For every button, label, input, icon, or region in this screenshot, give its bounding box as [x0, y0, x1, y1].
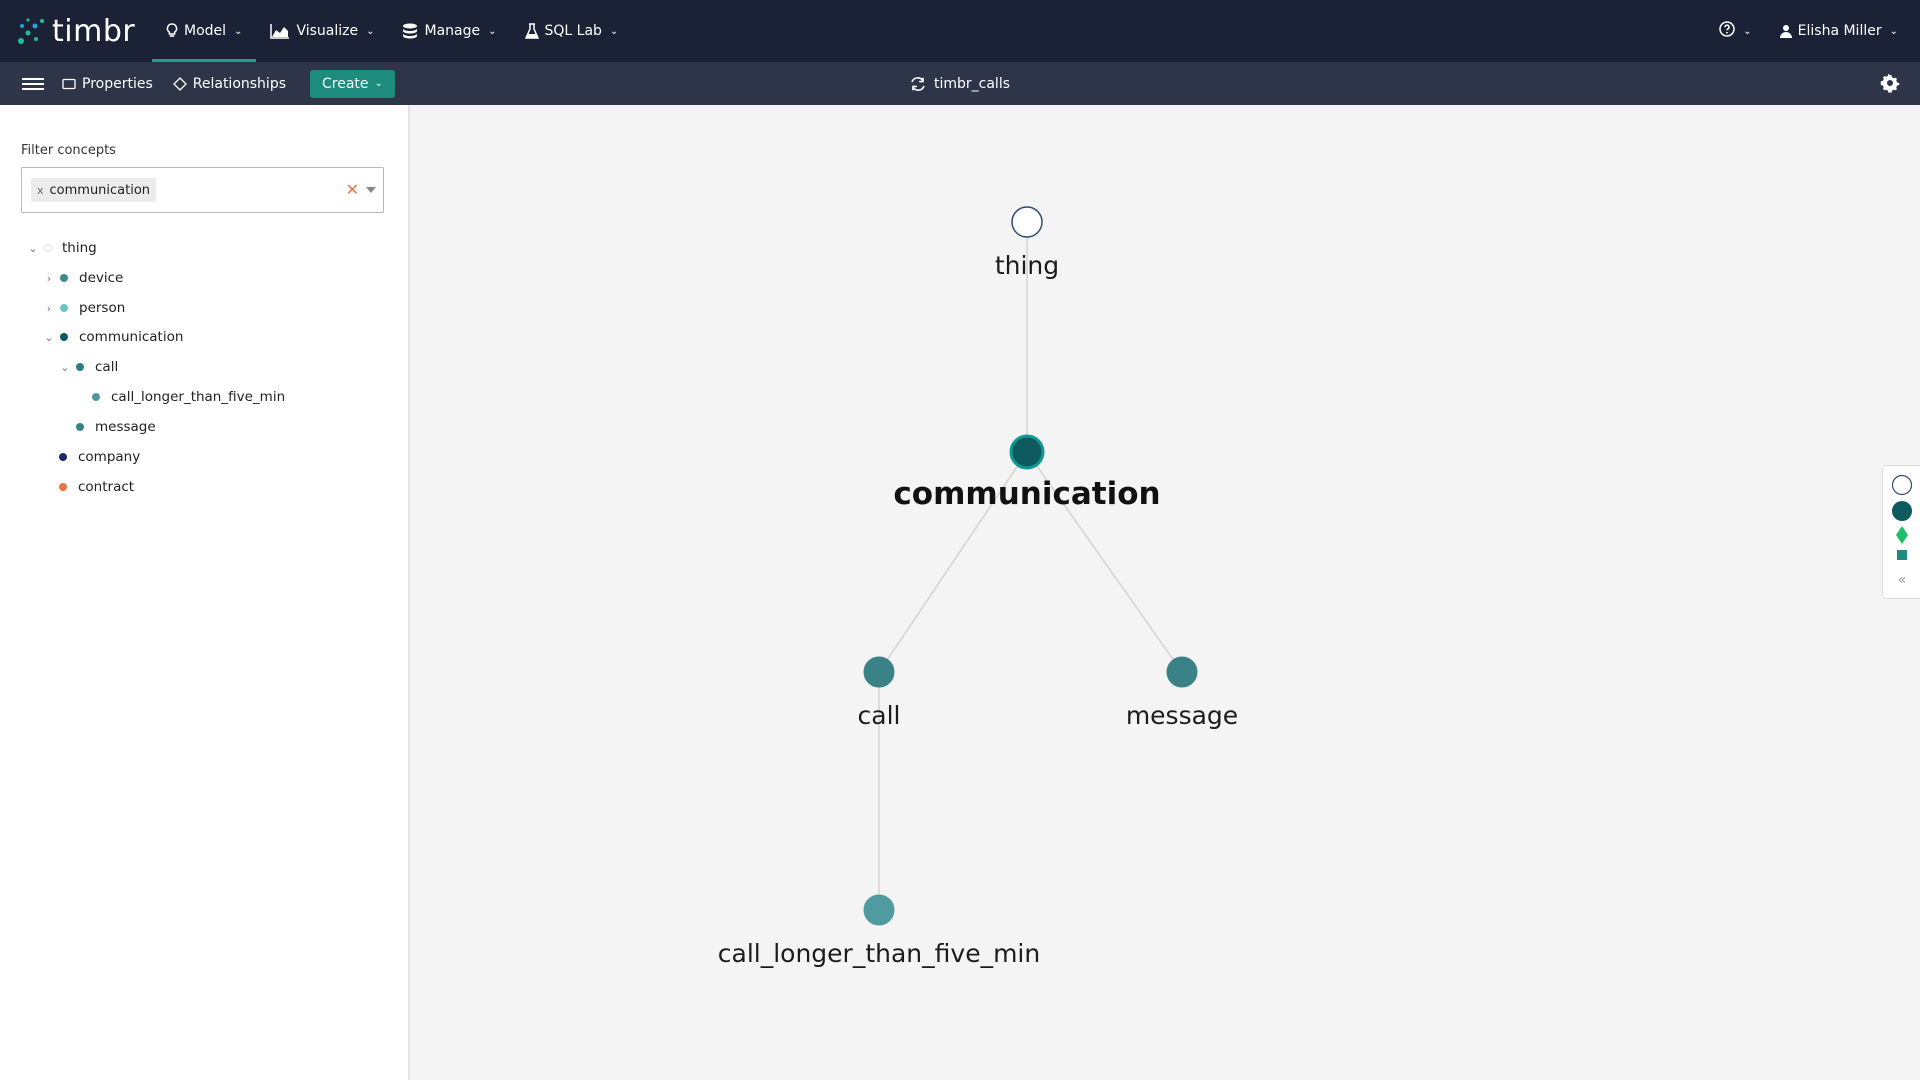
node-label-call: call — [858, 701, 901, 730]
brand-name: timbr — [52, 13, 136, 49]
chevron-down-icon: ⌄ — [366, 25, 375, 37]
chevron-down-icon[interactable]: ⌄ — [42, 331, 56, 344]
selected-concept-chip: x communication — [31, 178, 157, 202]
help-icon — [1719, 21, 1736, 41]
relationships-button[interactable]: Relationships — [172, 75, 287, 92]
chip-label: communication — [49, 182, 151, 198]
timbr-logo-icon — [18, 18, 44, 44]
tree-item-label: device — [79, 270, 124, 286]
ontology-switcher[interactable]: timbr_calls — [910, 62, 1010, 105]
relationships-label: Relationships — [192, 75, 287, 92]
chevron-down-icon: ⌄ — [488, 25, 497, 37]
concept-dot-icon — [92, 393, 100, 401]
help-menu[interactable]: ⌄ — [1705, 0, 1765, 62]
chevron-down-icon: ⌄ — [609, 25, 619, 37]
concept-dot-icon — [59, 453, 67, 461]
create-button[interactable]: Create ⌄ — [310, 69, 395, 98]
hamburger-menu-icon[interactable] — [22, 77, 44, 90]
nav-model[interactable]: Model ⌄ — [152, 0, 257, 62]
database-icon — [402, 23, 418, 39]
diamond-icon[interactable] — [1883, 526, 1920, 544]
gear-icon[interactable] — [1880, 73, 1900, 97]
tree-item-call[interactable]: ⌄ call — [58, 356, 118, 378]
tree-item-label: communication — [79, 329, 184, 345]
graph-canvas[interactable]: thing communication call message call_lo… — [412, 105, 1920, 1080]
chevron-down-icon[interactable]: ⌄ — [26, 242, 40, 255]
graph-node-call-longer-than-five-min[interactable]: call_longer_than_five_min — [718, 894, 1040, 968]
nav-visualize-label: Visualize — [296, 23, 359, 39]
tree-item-label: person — [79, 300, 126, 316]
chevron-right-icon[interactable]: › — [42, 272, 56, 285]
logo[interactable]: timbr — [16, 0, 136, 62]
properties-button[interactable]: Properties — [62, 76, 153, 92]
flask-icon — [524, 23, 539, 39]
tree-item-label: message — [95, 419, 156, 435]
tree-item-contract[interactable]: contract — [59, 476, 134, 498]
dropdown-caret-icon[interactable] — [366, 187, 376, 193]
node-label-call-longer-than-five-min: call_longer_than_five_min — [718, 939, 1040, 968]
tree-item-label: company — [78, 449, 141, 465]
concept-dot-icon — [76, 423, 84, 431]
sub-toolbar: Properties Relationships Create ⌄ timbr_… — [0, 62, 1920, 105]
tree-item-thing[interactable]: ⌄ thing — [26, 237, 97, 259]
chevron-right-icon[interactable]: › — [42, 302, 56, 315]
nav-sql-lab[interactable]: SQL Lab ⌄ — [511, 0, 633, 62]
diamond-outline-icon — [172, 76, 187, 91]
graph-edges — [878, 222, 1183, 910]
top-nav: timbr Model ⌄ Visualize ⌄ Manage ⌄ SQL L… — [0, 0, 1920, 62]
square-icon[interactable] — [1883, 550, 1920, 560]
tree-item-message[interactable]: message — [76, 416, 156, 438]
concept-dot-icon — [60, 304, 68, 312]
tree-item-label: call_longer_than_five_min — [111, 389, 286, 405]
collapse-legend-icon[interactable]: « — [1883, 572, 1920, 588]
chevron-down-icon: ⌄ — [374, 78, 383, 89]
concept-dot-icon — [60, 333, 68, 341]
graph-node-message[interactable]: message — [1126, 656, 1238, 730]
nav-manage[interactable]: Manage ⌄ — [388, 0, 510, 62]
tree-item-label: call — [95, 359, 119, 375]
circle-filled-icon[interactable] — [1883, 500, 1920, 522]
concept-dot-icon — [76, 363, 84, 371]
tree-item-device[interactable]: › device — [42, 267, 124, 289]
concept-dot-icon — [44, 244, 52, 252]
chip-remove-icon[interactable]: x — [37, 184, 44, 197]
concept-dot-icon — [59, 483, 67, 491]
node-label-message: message — [1126, 701, 1238, 730]
filter-label: Filter concepts — [21, 143, 116, 158]
user-icon — [1779, 24, 1792, 38]
circle-outline-icon[interactable] — [1883, 474, 1920, 496]
tree-item-communication[interactable]: ⌄ communication — [42, 326, 183, 348]
create-label: Create — [322, 75, 369, 92]
tree-item-label: thing — [62, 240, 97, 256]
user-name: Elisha Miller — [1797, 23, 1882, 39]
nav-visualize[interactable]: Visualize ⌄ — [256, 0, 388, 62]
chevron-down-icon: ⌄ — [234, 25, 243, 37]
node-label-communication: communication — [893, 476, 1160, 512]
chevron-down-icon: ⌄ — [1743, 25, 1752, 37]
ontology-graph[interactable]: thing communication call message call_lo… — [412, 105, 1920, 1080]
nav-sql-lab-label: SQL Lab — [544, 23, 602, 39]
rectangle-icon — [62, 78, 76, 90]
node-label-thing: thing — [995, 251, 1059, 280]
tree-item-company[interactable]: company — [59, 446, 140, 468]
tree-item-person[interactable]: › person — [42, 297, 125, 319]
user-menu[interactable]: Elisha Miller ⌄ — [1766, 0, 1912, 62]
tree-item-label: contract — [78, 479, 135, 495]
sync-icon — [910, 76, 926, 91]
chevron-down-icon[interactable]: ⌄ — [58, 361, 72, 374]
chevron-down-icon: ⌄ — [1889, 25, 1898, 37]
lightbulb-icon — [166, 23, 178, 39]
ontology-name: timbr_calls — [934, 75, 1011, 92]
tree-item-call-longer-than-five-min[interactable]: call_longer_than_five_min — [92, 386, 285, 408]
nav-manage-label: Manage — [424, 23, 481, 39]
graph-legend: « — [1882, 465, 1920, 599]
filter-concepts-select[interactable]: x communication ✕ — [21, 167, 384, 213]
area-chart-icon — [270, 23, 290, 39]
concept-panel: Filter concepts x communication ✕ ⌄ thin… — [0, 105, 410, 1080]
concept-dot-icon — [60, 274, 68, 282]
graph-node-communication[interactable]: communication — [893, 434, 1161, 512]
nav-model-label: Model — [184, 23, 227, 39]
clear-icon[interactable]: ✕ — [346, 180, 359, 199]
properties-label: Properties — [82, 75, 153, 92]
